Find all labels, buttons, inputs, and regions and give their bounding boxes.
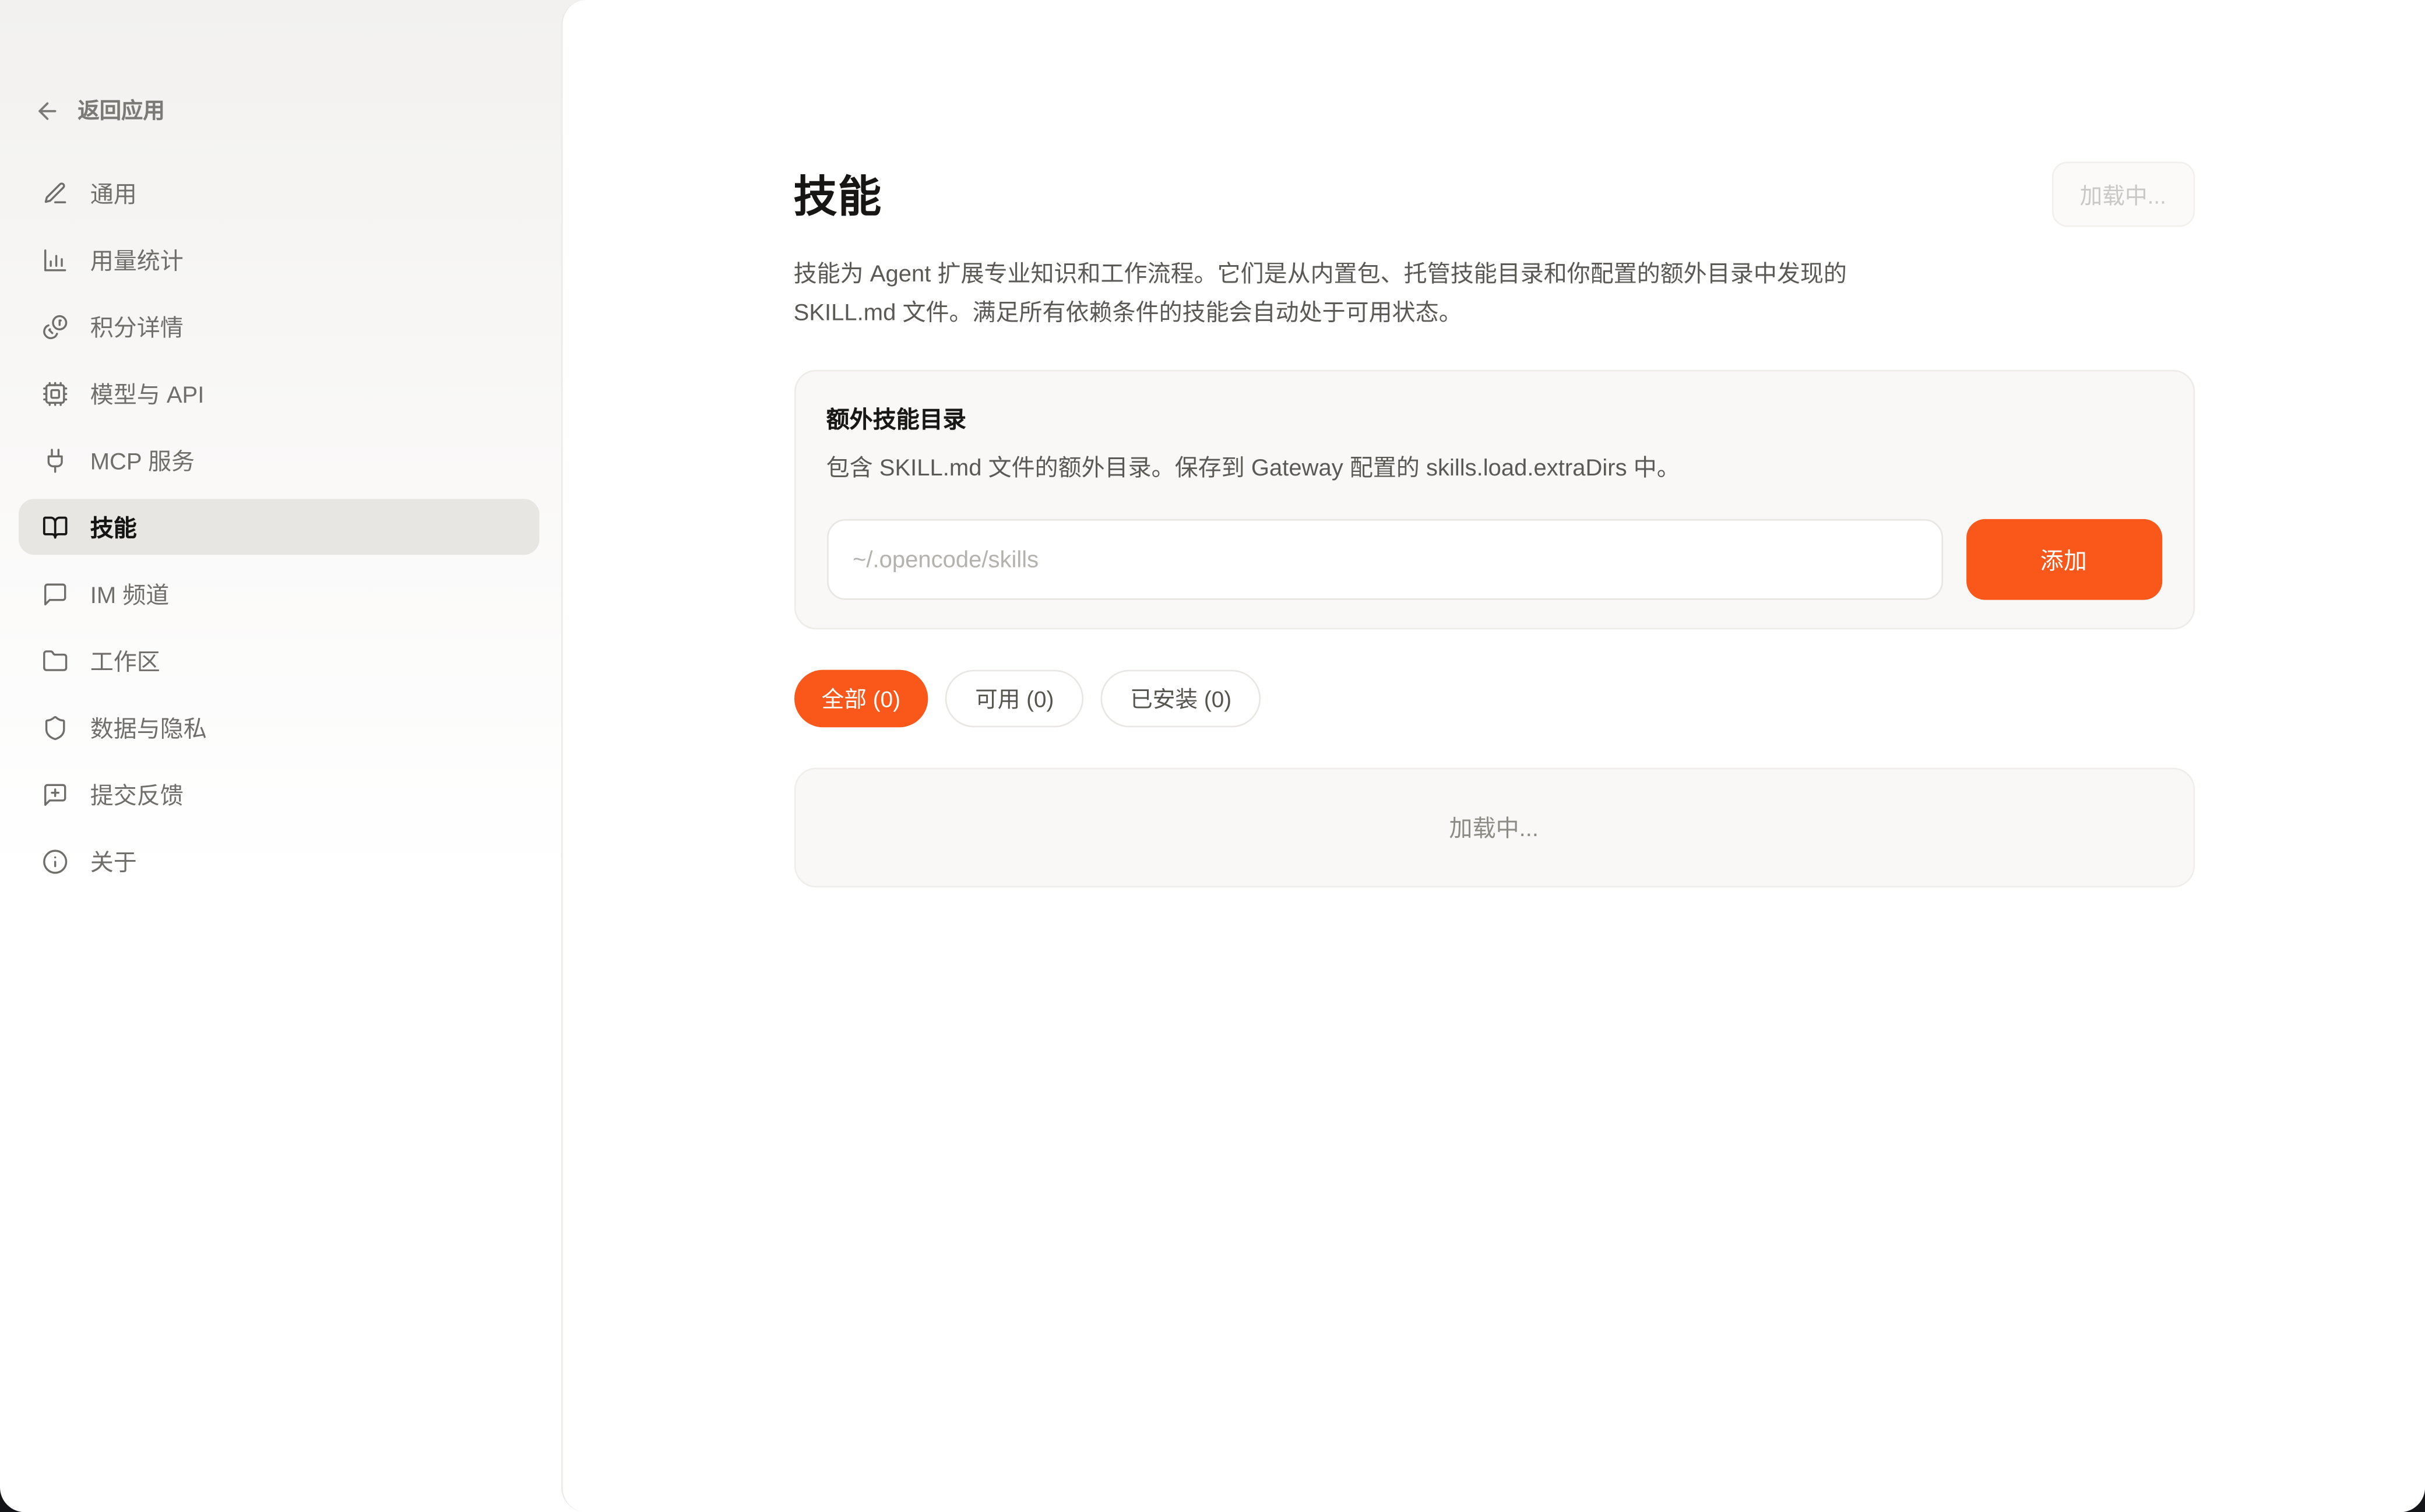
sidebar-item-label: 模型与 API	[90, 377, 205, 410]
main-panel: 技能 加载中... 技能为 Agent 扩展专业知识和工作流程。它们是从内置包、…	[561, 0, 2425, 1512]
sidebar-item-label: IM 频道	[90, 577, 170, 610]
sidebar-item-credits[interactable]: 积分详情	[19, 298, 540, 354]
sidebar-item-usage-stats[interactable]: 用量统计	[19, 231, 540, 287]
sidebar-item-label: 用量统计	[90, 243, 184, 276]
add-dir-row: 添加	[826, 519, 2162, 600]
plug-icon	[42, 447, 68, 473]
cpu-icon	[42, 380, 68, 406]
pen-line-icon	[42, 179, 68, 206]
sidebar-item-label: 通用	[90, 177, 137, 209]
message-square-plus-icon	[42, 781, 68, 807]
sidebar-item-label: 工作区	[90, 644, 160, 677]
sidebar-item-label: 技能	[90, 510, 137, 543]
sidebar-item-mcp[interactable]: MCP 服务	[19, 432, 540, 488]
filter-all[interactable]: 全部 (0)	[794, 670, 928, 728]
sidebar-item-skills[interactable]: 技能	[19, 499, 540, 555]
header-loading-badge: 加载中...	[2052, 161, 2194, 227]
sidebar-item-models-api[interactable]: 模型与 API	[19, 365, 540, 421]
skill-dir-input[interactable]	[826, 519, 1942, 600]
sidebar-item-label: 提交反馈	[90, 778, 184, 810]
sidebar-item-label: 关于	[90, 845, 137, 877]
card-title: 额外技能目录	[826, 403, 2162, 435]
sidebar-item-im-channels[interactable]: IM 频道	[19, 566, 540, 622]
card-description: 包含 SKILL.md 文件的额外目录。保存到 Gateway 配置的 skil…	[826, 452, 2162, 487]
page-header: 技能 加载中...	[794, 161, 2194, 227]
shield-icon	[42, 714, 68, 741]
page-description: 技能为 Agent 扩展专业知识和工作流程。它们是从内置包、托管技能目录和你配置…	[794, 255, 2194, 332]
page-title: 技能	[794, 163, 882, 225]
filter-pills: 全部 (0) 可用 (0) 已安装 (0)	[794, 670, 2194, 728]
settings-window: 返回应用 通用 用量统计	[0, 0, 2425, 1512]
sidebar-item-data-privacy[interactable]: 数据与隐私	[19, 699, 540, 755]
message-square-icon	[42, 580, 68, 607]
sidebar-item-label: 积分详情	[90, 310, 184, 343]
bar-chart-icon	[42, 246, 68, 273]
sidebar: 返回应用 通用 用量统计	[0, 0, 561, 1512]
add-dir-button[interactable]: 添加	[1966, 519, 2162, 600]
back-to-app-button[interactable]: 返回应用	[34, 95, 561, 126]
sidebar-item-label: 数据与隐私	[90, 711, 207, 743]
coins-icon	[42, 313, 68, 339]
sidebar-item-label: MCP 服务	[90, 444, 195, 477]
info-icon	[42, 848, 68, 874]
sidebar-item-workspace[interactable]: 工作区	[19, 633, 540, 689]
filter-available[interactable]: 可用 (0)	[945, 670, 1083, 728]
skills-loading-panel: 加载中...	[794, 768, 2194, 887]
filter-installed[interactable]: 已安装 (0)	[1100, 670, 1261, 728]
page-description-line-1: 技能为 Agent 扩展专业知识和工作流程。它们是从内置包、托管技能目录和你配置…	[794, 255, 2194, 294]
arrow-left-icon	[34, 97, 61, 124]
sidebar-item-about[interactable]: 关于	[19, 833, 540, 889]
extra-skill-dirs-card: 额外技能目录 包含 SKILL.md 文件的额外目录。保存到 Gateway 配…	[794, 370, 2194, 629]
back-to-app-label: 返回应用	[78, 95, 164, 126]
sidebar-item-general[interactable]: 通用	[19, 165, 540, 221]
sidebar-nav: 通用 用量统计 积分详情	[19, 165, 540, 900]
window: 返回应用 通用 用量统计	[0, 0, 2425, 1512]
folder-icon	[42, 647, 68, 674]
sidebar-item-feedback[interactable]: 提交反馈	[19, 766, 540, 822]
book-open-icon	[42, 514, 68, 540]
loading-text: 加载中...	[1449, 811, 1539, 844]
page-description-line-2: SKILL.md 文件。满足所有依赖条件的技能会自动处于可用状态。	[794, 294, 2194, 333]
skills-page: 技能 加载中... 技能为 Agent 扩展专业知识和工作流程。它们是从内置包、…	[794, 0, 2194, 887]
